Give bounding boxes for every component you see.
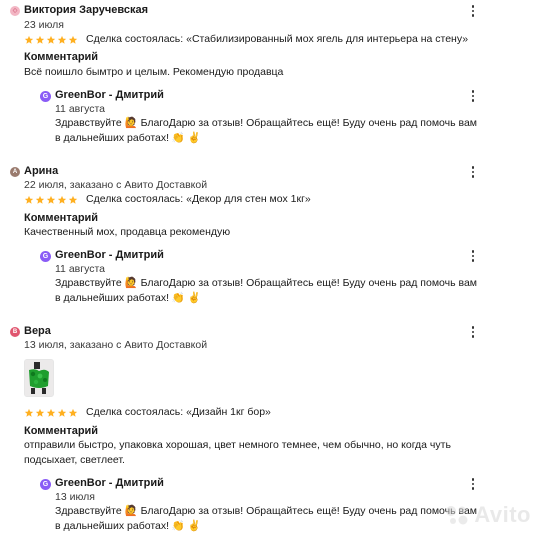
seller-name[interactable]: GreenBor - Дмитрий [55, 249, 164, 261]
user-avatar[interactable]: A [10, 167, 20, 177]
review-card: ◇ Виктория Заручевская 23 июля Сделка со… [0, 0, 541, 160]
star-icon [57, 408, 67, 417]
watermark-text: Avito [474, 502, 531, 527]
rating-stars [24, 408, 78, 418]
star-icon [57, 195, 67, 204]
comment-label: Комментарий [24, 212, 99, 224]
reviewer-name[interactable]: Виктория Заручевская [24, 4, 148, 16]
comment-text: Всё поишло бымтро и целым. Рекомендую пр… [24, 66, 284, 78]
kebab-menu-icon[interactable] [467, 4, 479, 18]
reply-text: Здравствуйте 🙋 БлагоДарю за отзыв! Обращ… [55, 505, 478, 532]
star-icon [68, 195, 78, 204]
star-icon [68, 35, 78, 44]
kebab-menu-icon[interactable] [467, 89, 479, 103]
reply-date: 13 июля [55, 491, 95, 503]
reviewer-name[interactable]: Арина [24, 165, 58, 177]
rating-stars [24, 35, 78, 45]
moss-photo-icon [25, 360, 53, 396]
reply-text: Здравствуйте 🙋 БлагоДарю за отзыв! Обращ… [55, 277, 478, 304]
reply-date: 11 августа [55, 103, 105, 115]
star-icon [68, 408, 78, 417]
deal-info[interactable]: Сделка состоялась: «Стабилизированный мо… [86, 33, 468, 45]
comment-label: Комментарий [24, 51, 99, 63]
comment-label: Комментарий [24, 425, 99, 437]
star-icon [57, 35, 67, 44]
review-photo[interactable] [24, 359, 54, 397]
comment-text: отправили быстро, упаковка хорошая, цвет… [24, 439, 451, 466]
kebab-menu-icon[interactable] [467, 325, 479, 339]
seller-avatar[interactable]: G [40, 91, 51, 102]
seller-avatar[interactable]: G [40, 251, 51, 262]
review-date: 22 июля, заказано с Авито Доставкой [24, 179, 208, 191]
reply-date: 11 августа [55, 263, 105, 275]
avito-logo-icon [446, 506, 468, 525]
reply-text: Здравствуйте 🙋 БлагоДарю за отзыв! Обращ… [55, 117, 478, 144]
review-date: 23 июля [24, 19, 64, 31]
star-icon [35, 408, 45, 417]
review-card: A Арина 22 июля, заказано с Авито Достав… [0, 160, 541, 320]
star-icon [46, 195, 56, 204]
star-icon [35, 195, 45, 204]
seller-name[interactable]: GreenBor - Дмитрий [55, 477, 164, 489]
review-date: 13 июля, заказано с Авито Доставкой [24, 339, 208, 351]
kebab-menu-icon[interactable] [467, 477, 479, 491]
star-icon [46, 408, 56, 417]
star-icon [24, 408, 34, 417]
deal-info[interactable]: Сделка состоялась: «Декор для стен мох 1… [86, 193, 311, 205]
star-icon [24, 195, 34, 204]
comment-text: Качественный мох, продавца рекомендую [24, 226, 231, 238]
star-icon [35, 35, 45, 44]
kebab-menu-icon[interactable] [467, 165, 479, 179]
star-icon [24, 35, 34, 44]
reviewer-name[interactable]: Вера [24, 325, 51, 337]
seller-name[interactable]: GreenBor - Дмитрий [55, 89, 164, 101]
kebab-menu-icon[interactable] [467, 249, 479, 263]
avito-watermark: Avito [444, 502, 531, 528]
seller-avatar[interactable]: G [40, 479, 51, 490]
user-avatar[interactable]: В [10, 327, 20, 337]
rating-stars [24, 195, 78, 205]
user-avatar[interactable]: ◇ [10, 6, 20, 16]
star-icon [46, 35, 56, 44]
deal-info[interactable]: Сделка состоялась: «Дизайн 1кг бор» [86, 406, 271, 418]
